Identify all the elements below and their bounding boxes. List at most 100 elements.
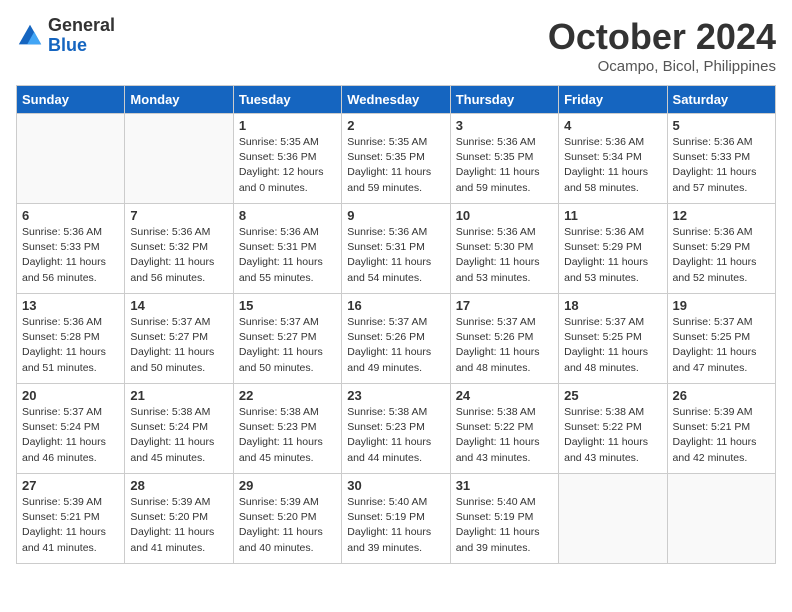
day-number: 3 bbox=[456, 118, 553, 133]
day-number: 27 bbox=[22, 478, 119, 493]
day-info: Sunrise: 5:36 AM Sunset: 5:31 PM Dayligh… bbox=[239, 225, 336, 286]
day-number: 29 bbox=[239, 478, 336, 493]
day-info: Sunrise: 5:38 AM Sunset: 5:24 PM Dayligh… bbox=[130, 405, 227, 466]
day-number: 28 bbox=[130, 478, 227, 493]
day-info: Sunrise: 5:36 AM Sunset: 5:32 PM Dayligh… bbox=[130, 225, 227, 286]
day-cell: 9 Sunrise: 5:36 AM Sunset: 5:31 PM Daylig… bbox=[342, 204, 450, 294]
day-info: Sunrise: 5:36 AM Sunset: 5:34 PM Dayligh… bbox=[564, 135, 661, 196]
day-number: 21 bbox=[130, 388, 227, 403]
day-info: Sunrise: 5:38 AM Sunset: 5:23 PM Dayligh… bbox=[347, 405, 444, 466]
header-friday: Friday bbox=[559, 86, 667, 114]
day-number: 23 bbox=[347, 388, 444, 403]
day-info: Sunrise: 5:37 AM Sunset: 5:26 PM Dayligh… bbox=[456, 315, 553, 376]
day-info: Sunrise: 5:36 AM Sunset: 5:33 PM Dayligh… bbox=[673, 135, 770, 196]
day-cell: 22Sunrise: 5:38 AM Sunset: 5:23 PM Dayli… bbox=[233, 384, 341, 474]
day-number: 11 bbox=[564, 208, 661, 223]
day-cell: 6 Sunrise: 5:36 AM Sunset: 5:33 PM Daylig… bbox=[17, 204, 125, 294]
header-sunday: Sunday bbox=[17, 86, 125, 114]
day-info: Sunrise: 5:37 AM Sunset: 5:26 PM Dayligh… bbox=[347, 315, 444, 376]
day-cell: 4 Sunrise: 5:36 AM Sunset: 5:34 PM Daylig… bbox=[559, 114, 667, 204]
day-info: Sunrise: 5:36 AM Sunset: 5:29 PM Dayligh… bbox=[673, 225, 770, 286]
header: General Blue October 2024 Ocampo, Bicol,… bbox=[16, 16, 776, 75]
day-cell: 20 Sunrise: 5:37 AM Sunset: 5:24 PM Dayli… bbox=[17, 384, 125, 474]
day-info: Sunrise: 5:36 AM Sunset: 5:31 PM Dayligh… bbox=[347, 225, 444, 286]
header-monday: Monday bbox=[125, 86, 233, 114]
day-info: Sunrise: 5:36 AM Sunset: 5:28 PM Dayligh… bbox=[22, 315, 119, 376]
calendar-header-row: SundayMondayTuesdayWednesdayThursdayFrid… bbox=[17, 86, 776, 114]
logo-blue: Blue bbox=[48, 36, 115, 56]
day-cell bbox=[559, 474, 667, 564]
day-number: 1 bbox=[239, 118, 336, 133]
day-cell: 10 Sunrise: 5:36 AM Sunset: 5:30 PM Dayli… bbox=[450, 204, 558, 294]
day-cell: 1 Sunrise: 5:35 AM Sunset: 5:36 PM Daylig… bbox=[233, 114, 341, 204]
day-number: 10 bbox=[456, 208, 553, 223]
day-cell: 29 Sunrise: 5:39 AM Sunset: 5:20 PM Dayli… bbox=[233, 474, 341, 564]
day-number: 2 bbox=[347, 118, 444, 133]
day-info: Sunrise: 5:39 AM Sunset: 5:21 PM Dayligh… bbox=[22, 495, 119, 556]
day-cell: 2 Sunrise: 5:35 AM Sunset: 5:35 PM Daylig… bbox=[342, 114, 450, 204]
day-info: Sunrise: 5:40 AM Sunset: 5:19 PM Dayligh… bbox=[456, 495, 553, 556]
day-number: 6 bbox=[22, 208, 119, 223]
day-cell: 27 Sunrise: 5:39 AM Sunset: 5:21 PM Dayli… bbox=[17, 474, 125, 564]
day-info: Sunrise: 5:35 AM Sunset: 5:35 PM Dayligh… bbox=[347, 135, 444, 196]
day-info: Sunrise: 5:40 AM Sunset: 5:19 PM Dayligh… bbox=[347, 495, 444, 556]
day-info: Sunrise: 5:36 AM Sunset: 5:30 PM Dayligh… bbox=[456, 225, 553, 286]
day-cell: 11 Sunrise: 5:36 AM Sunset: 5:29 PM Dayli… bbox=[559, 204, 667, 294]
day-info: Sunrise: 5:39 AM Sunset: 5:21 PM Dayligh… bbox=[673, 405, 770, 466]
day-info: Sunrise: 5:35 AM Sunset: 5:36 PM Dayligh… bbox=[239, 135, 336, 196]
day-number: 16 bbox=[347, 298, 444, 313]
day-info: Sunrise: 5:37 AM Sunset: 5:27 PM Dayligh… bbox=[130, 315, 227, 376]
day-info: Sunrise: 5:36 AM Sunset: 5:35 PM Dayligh… bbox=[456, 135, 553, 196]
day-info: Sunrise: 5:37 AM Sunset: 5:25 PM Dayligh… bbox=[564, 315, 661, 376]
day-cell: 15 Sunrise: 5:37 AM Sunset: 5:27 PM Dayli… bbox=[233, 294, 341, 384]
day-info: Sunrise: 5:38 AM Sunset: 5:22 PM Dayligh… bbox=[456, 405, 553, 466]
header-wednesday: Wednesday bbox=[342, 86, 450, 114]
day-number: 20 bbox=[22, 388, 119, 403]
day-cell bbox=[17, 114, 125, 204]
day-info: Sunrise: 5:37 AM Sunset: 5:24 PM Dayligh… bbox=[22, 405, 119, 466]
day-number: 30 bbox=[347, 478, 444, 493]
day-number: 5 bbox=[673, 118, 770, 133]
week-row-2: 6 Sunrise: 5:36 AM Sunset: 5:33 PM Daylig… bbox=[17, 204, 776, 294]
day-number: 9 bbox=[347, 208, 444, 223]
day-info: Sunrise: 5:38 AM Sunset: 5:22 PM Dayligh… bbox=[564, 405, 661, 466]
day-number: 25 bbox=[564, 388, 661, 403]
day-cell: 16 Sunrise: 5:37 AM Sunset: 5:26 PM Dayli… bbox=[342, 294, 450, 384]
day-cell: 5 Sunrise: 5:36 AM Sunset: 5:33 PM Daylig… bbox=[667, 114, 775, 204]
day-cell: 12Sunrise: 5:36 AM Sunset: 5:29 PM Dayli… bbox=[667, 204, 775, 294]
day-number: 13 bbox=[22, 298, 119, 313]
logo-icon bbox=[16, 22, 44, 50]
week-row-1: 1 Sunrise: 5:35 AM Sunset: 5:36 PM Daylig… bbox=[17, 114, 776, 204]
day-cell bbox=[125, 114, 233, 204]
day-info: Sunrise: 5:36 AM Sunset: 5:29 PM Dayligh… bbox=[564, 225, 661, 286]
day-number: 24 bbox=[456, 388, 553, 403]
week-row-5: 27 Sunrise: 5:39 AM Sunset: 5:21 PM Dayli… bbox=[17, 474, 776, 564]
title-block: October 2024 Ocampo, Bicol, Philippines bbox=[548, 16, 776, 75]
day-cell: 8Sunrise: 5:36 AM Sunset: 5:31 PM Daylig… bbox=[233, 204, 341, 294]
day-info: Sunrise: 5:36 AM Sunset: 5:33 PM Dayligh… bbox=[22, 225, 119, 286]
day-cell: 19Sunrise: 5:37 AM Sunset: 5:25 PM Dayli… bbox=[667, 294, 775, 384]
day-number: 17 bbox=[456, 298, 553, 313]
header-tuesday: Tuesday bbox=[233, 86, 341, 114]
logo-text: General Blue bbox=[48, 16, 115, 56]
header-thursday: Thursday bbox=[450, 86, 558, 114]
month-title: October 2024 bbox=[548, 16, 776, 58]
day-cell: 31Sunrise: 5:40 AM Sunset: 5:19 PM Dayli… bbox=[450, 474, 558, 564]
week-row-4: 20 Sunrise: 5:37 AM Sunset: 5:24 PM Dayli… bbox=[17, 384, 776, 474]
logo: General Blue bbox=[16, 16, 115, 56]
day-info: Sunrise: 5:37 AM Sunset: 5:25 PM Dayligh… bbox=[673, 315, 770, 376]
day-info: Sunrise: 5:37 AM Sunset: 5:27 PM Dayligh… bbox=[239, 315, 336, 376]
location: Ocampo, Bicol, Philippines bbox=[548, 58, 776, 75]
day-cell: 28Sunrise: 5:39 AM Sunset: 5:20 PM Dayli… bbox=[125, 474, 233, 564]
day-cell: 25 Sunrise: 5:38 AM Sunset: 5:22 PM Dayli… bbox=[559, 384, 667, 474]
day-number: 15 bbox=[239, 298, 336, 313]
day-cell: 14Sunrise: 5:37 AM Sunset: 5:27 PM Dayli… bbox=[125, 294, 233, 384]
logo-general: General bbox=[48, 16, 115, 36]
day-number: 18 bbox=[564, 298, 661, 313]
day-cell: 3 Sunrise: 5:36 AM Sunset: 5:35 PM Daylig… bbox=[450, 114, 558, 204]
day-cell: 23 Sunrise: 5:38 AM Sunset: 5:23 PM Dayli… bbox=[342, 384, 450, 474]
day-number: 4 bbox=[564, 118, 661, 133]
day-info: Sunrise: 5:39 AM Sunset: 5:20 PM Dayligh… bbox=[239, 495, 336, 556]
day-cell: 26Sunrise: 5:39 AM Sunset: 5:21 PM Dayli… bbox=[667, 384, 775, 474]
day-cell: 18 Sunrise: 5:37 AM Sunset: 5:25 PM Dayli… bbox=[559, 294, 667, 384]
